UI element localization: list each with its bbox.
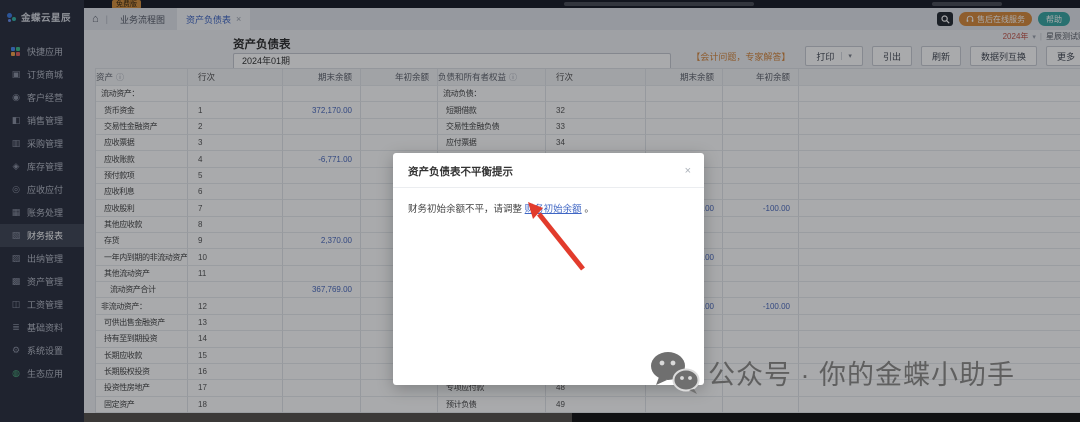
app-window: 金蝶云星辰 快捷应用▣订货商城◉客户经营◧销售管理▥采购管理◈库存管理◎应收应付… [0,0,1080,422]
initial-balance-link[interactable]: 财务初始余额 [525,204,582,215]
dialog-message-suffix: 。 [584,204,594,215]
close-icon[interactable]: × [685,166,691,177]
imbalance-dialog: 资产负债表不平衡提示 × 财务初始余额不平，请调整 财务初始余额 。 [393,153,704,385]
dialog-body: 财务初始余额不平，请调整 财务初始余额 。 [393,188,704,228]
dialog-message: 财务初始余额不平，请调整 [408,204,522,215]
dialog-title: 资产负债表不平衡提示 [408,164,513,179]
dialog-header: 资产负债表不平衡提示 × [393,153,704,188]
